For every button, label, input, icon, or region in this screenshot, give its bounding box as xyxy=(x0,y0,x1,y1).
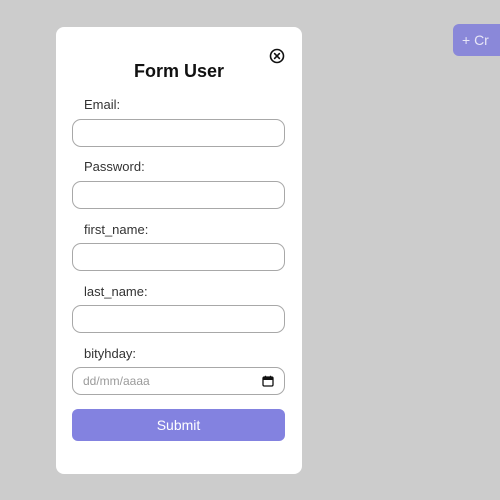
first-name-label: first_name: xyxy=(84,222,149,237)
birthday-date-field[interactable]: dd/mm/aaaa xyxy=(72,367,285,395)
password-field[interactable] xyxy=(72,181,285,209)
create-button[interactable]: + Cr xyxy=(453,24,500,56)
first-name-field[interactable] xyxy=(72,243,285,271)
date-placeholder: dd/mm/aaaa xyxy=(83,374,150,388)
form-title: Form User xyxy=(133,61,225,81)
email-label: Email: xyxy=(84,97,121,112)
last-name-label: last_name: xyxy=(84,284,148,299)
email-field[interactable] xyxy=(72,119,285,147)
last-name-field[interactable] xyxy=(72,305,285,333)
form-modal: Form User Email: Password: first_name: l… xyxy=(56,27,302,474)
submit-button[interactable]: Submit xyxy=(72,409,285,441)
password-label: Password: xyxy=(84,159,145,174)
birthday-label: bityhday: xyxy=(84,346,137,361)
calendar-icon[interactable] xyxy=(262,375,274,387)
page: + Cr Form User Email: Password: first_na… xyxy=(0,0,500,500)
